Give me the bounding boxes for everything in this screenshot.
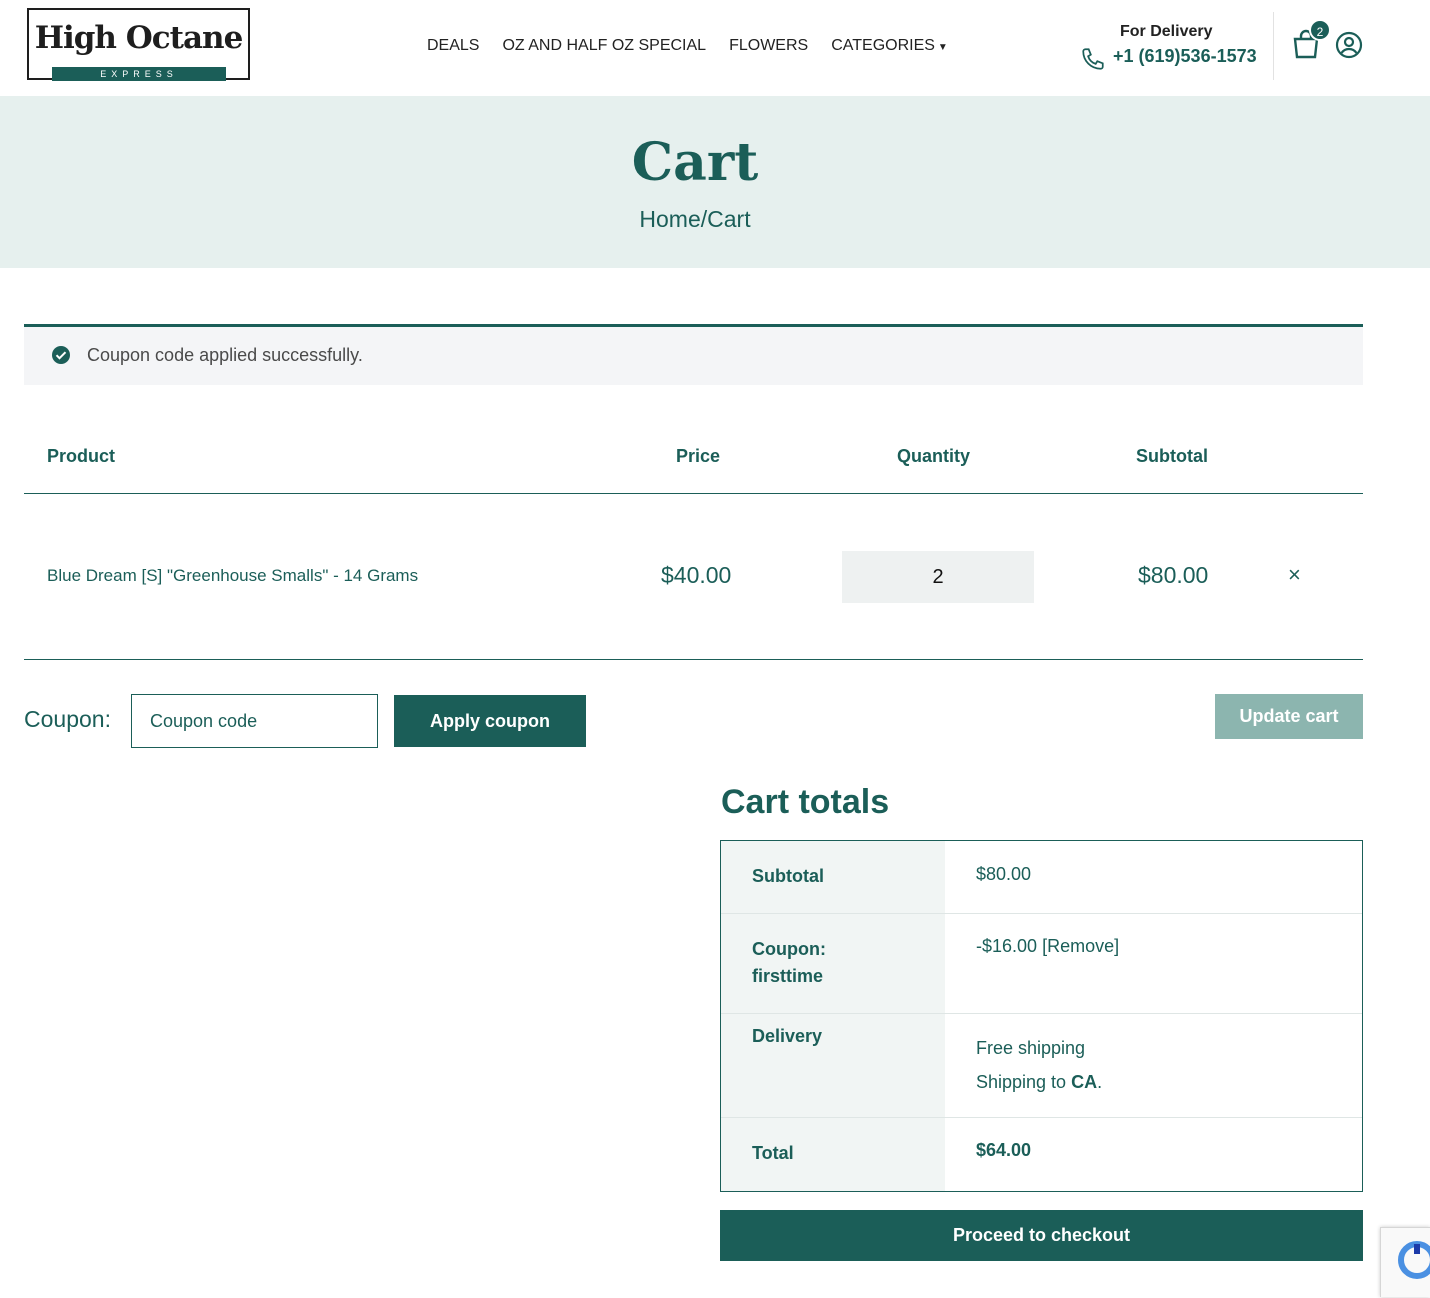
shipping-destination: Shipping to CA.	[976, 1072, 1102, 1093]
shipping-region: CA	[1071, 1072, 1098, 1092]
brand-logo[interactable]: High Octane EXPRESS	[27, 8, 250, 81]
coupon-discount: -$16.00 [Remove]	[976, 936, 1119, 957]
main-nav: DEALS OZ AND HALF OZ SPECIAL FLOWERS CAT…	[427, 37, 948, 55]
brand-subtitle: EXPRESS	[52, 67, 226, 81]
update-cart-button[interactable]: Update cart	[1215, 694, 1363, 739]
coupon-code-input[interactable]	[131, 694, 378, 748]
coupon-label: Coupon:	[24, 706, 111, 732]
subtotal-value: $80.00	[976, 864, 1032, 884]
column-header-product: Product	[47, 446, 116, 466]
nav-item-flowers[interactable]: FLOWERS	[729, 37, 808, 55]
total-value: $64.00	[976, 1140, 1031, 1161]
shipping-prefix: Shipping to	[976, 1072, 1067, 1092]
delivery-row-label: Delivery	[752, 1026, 823, 1046]
quantity-input[interactable]	[842, 551, 1034, 603]
user-account-icon[interactable]	[1335, 31, 1363, 59]
nav-item-deals[interactable]: DEALS	[427, 37, 479, 55]
delivery-label: For Delivery	[1120, 23, 1213, 40]
column-header-quantity: Quantity	[897, 446, 971, 466]
header-divider	[1273, 12, 1274, 80]
breadcrumb[interactable]: Home/Cart	[0, 206, 1390, 233]
totals-row-delivery: Delivery Free shipping Shipping to CA.	[721, 1014, 1362, 1118]
totals-row-total: Total $64.00	[721, 1118, 1362, 1191]
product-subtotal: $80.00	[1138, 562, 1209, 588]
caret-down-icon: ▼	[937, 42, 948, 53]
page-hero: Cart Home/Cart	[0, 96, 1430, 268]
product-price: $40.00	[661, 562, 732, 588]
shipping-suffix: .	[1097, 1072, 1103, 1092]
coupon-row-code: firsttime	[752, 966, 824, 986]
nav-item-categories-label: CATEGORIES	[831, 37, 935, 54]
success-notice: Coupon code applied successfully.	[24, 324, 1363, 385]
table-row-divider	[24, 659, 1363, 660]
page-title: Cart	[631, 132, 759, 193]
phone-number-link[interactable]: +1 (619)536-1573	[1113, 46, 1257, 67]
totals-label-cell: Coupon: firsttime	[721, 914, 945, 1013]
remove-coupon-link[interactable]: [Remove]	[1042, 936, 1119, 956]
site-header: High Octane EXPRESS DEALS OZ AND HALF OZ…	[0, 0, 1430, 96]
totals-row-subtotal: Subtotal $80.00	[721, 841, 1362, 914]
cart-totals-table: Subtotal $80.00 Coupon: firsttime -$16.0…	[720, 840, 1363, 1192]
coupon-discount-value: -$16.00	[976, 936, 1038, 956]
remove-item-icon[interactable]: ×	[1288, 562, 1301, 588]
apply-coupon-button[interactable]: Apply coupon	[394, 695, 586, 747]
proceed-to-checkout-button[interactable]: Proceed to checkout	[720, 1210, 1363, 1261]
coupon-row-label: Coupon:	[752, 939, 826, 959]
table-header-divider	[24, 493, 1363, 494]
phone-icon	[1082, 48, 1104, 70]
cart-count-badge: 2	[1309, 19, 1331, 41]
check-circle-icon	[52, 346, 70, 364]
product-name-link[interactable]: Blue Dream [S] "Greenhouse Smalls" - 14 …	[47, 566, 418, 586]
notice-message: Coupon code applied successfully.	[87, 345, 363, 365]
totals-label-cell: Delivery	[721, 1014, 945, 1117]
cart-totals-title: Cart totals	[721, 783, 890, 821]
totals-label-cell: Total	[721, 1118, 945, 1191]
column-header-subtotal: Subtotal	[1136, 446, 1208, 466]
delivery-method: Free shipping	[976, 1038, 1086, 1058]
nav-item-oz-special[interactable]: OZ AND HALF OZ SPECIAL	[502, 37, 706, 55]
recaptcha-icon	[1398, 1241, 1430, 1279]
totals-row-coupon: Coupon: firsttime -$16.00 [Remove]	[721, 914, 1362, 1014]
total-label: Total	[752, 1143, 794, 1163]
column-header-price: Price	[676, 446, 721, 466]
recaptcha-badge[interactable]	[1380, 1227, 1430, 1297]
brand-title: High Octane	[34, 20, 244, 56]
totals-label-cell: Subtotal	[721, 841, 945, 913]
nav-item-categories[interactable]: CATEGORIES ▼	[831, 37, 948, 55]
subtotal-label: Subtotal	[752, 866, 824, 886]
total-amount: $64.00	[976, 1140, 1032, 1160]
